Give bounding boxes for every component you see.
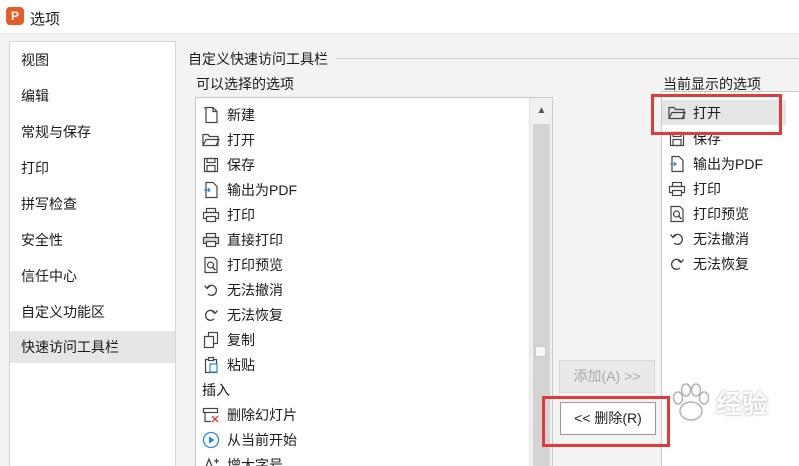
list-category-header: 插入: [202, 381, 230, 398]
save-icon: [201, 155, 221, 175]
add-button[interactable]: 添加(A) >>: [559, 360, 655, 393]
list-item[interactable]: 无法恢复: [196, 302, 283, 327]
list-item[interactable]: 打印预览: [662, 201, 749, 226]
list-item[interactable]: 打印: [196, 202, 255, 227]
play-from-current-icon: [201, 430, 221, 450]
list-item[interactable]: 打印预览: [196, 252, 283, 277]
list-item[interactable]: 输出为PDF: [196, 177, 297, 202]
sidebar-item-security[interactable]: 安全性: [10, 224, 175, 256]
list-item[interactable]: 保存: [662, 126, 721, 151]
folder-open-icon: [201, 130, 221, 150]
list-item[interactable]: 打印: [662, 176, 721, 201]
redo-icon: [201, 305, 221, 325]
title-bar: P 选项: [0, 0, 799, 34]
undo-icon: [667, 229, 687, 249]
increase-font-icon: [201, 455, 221, 466]
available-list-scrollbar[interactable]: ▲: [529, 98, 552, 466]
list-item[interactable]: 粘贴: [196, 352, 255, 377]
list-item[interactable]: 复制: [196, 327, 255, 352]
list-item[interactable]: 新建: [196, 102, 255, 127]
delete-button[interactable]: << 删除(R): [560, 402, 656, 435]
sidebar-item-trust-center[interactable]: 信任中心: [10, 260, 175, 292]
available-options-list[interactable]: 新建 打开 保存 输出为PDF 打印 直接打印 打印预览 无法撤消 无法恢复 复…: [195, 97, 553, 466]
export-pdf-icon: [201, 180, 221, 200]
print-icon: [667, 179, 687, 199]
scrollbar-marker: [535, 346, 546, 357]
list-item[interactable]: 输出为PDF: [662, 151, 763, 176]
redo-icon: [667, 254, 687, 274]
direct-print-icon: [201, 230, 221, 250]
sidebar-item-view[interactable]: 视图: [10, 44, 175, 76]
list-item[interactable]: 打开: [196, 127, 255, 152]
app-logo-icon: P: [6, 7, 24, 25]
folder-open-icon: [667, 103, 687, 123]
sidebar-item-quick-access-toolbar[interactable]: 快速访问工具栏: [10, 331, 175, 363]
list-item[interactable]: 保存: [196, 152, 255, 177]
undo-icon: [201, 280, 221, 300]
list-item-selected[interactable]: 打开: [662, 100, 786, 125]
current-options-list[interactable]: 打开 保存 输出为PDF 打印 打印预览 无法撤消 无法恢复: [661, 91, 799, 466]
group-divider: [336, 58, 799, 59]
paste-icon: [201, 355, 221, 375]
group-title: 自定义快速访问工具栏: [188, 51, 328, 67]
list-item[interactable]: 增大字号: [196, 452, 283, 466]
print-icon: [201, 205, 221, 225]
sidebar-item-general-save[interactable]: 常规与保存: [10, 116, 175, 148]
export-pdf-icon: [667, 154, 687, 174]
list-item[interactable]: 无法撤消: [662, 226, 749, 251]
new-doc-icon: [201, 105, 221, 125]
list-item[interactable]: 从当前开始: [196, 427, 297, 452]
list-item[interactable]: 无法撤消: [196, 277, 283, 302]
available-options-label: 可以选择的选项: [196, 76, 294, 92]
delete-slide-icon: [201, 405, 221, 425]
list-item[interactable]: 无法恢复: [662, 251, 749, 276]
copy-icon: [201, 330, 221, 350]
list-item[interactable]: 删除幻灯片: [196, 402, 297, 427]
sidebar-nav: 视图 编辑 常规与保存 打印 拼写检查 安全性 信任中心 自定义功能区 快速访问…: [9, 41, 176, 466]
print-preview-icon: [201, 255, 221, 275]
list-item[interactable]: 直接打印: [196, 227, 283, 252]
sidebar-item-customize-ribbon[interactable]: 自定义功能区: [10, 296, 175, 328]
save-icon: [667, 129, 687, 149]
window-title: 选项: [30, 11, 61, 28]
sidebar-item-print[interactable]: 打印: [10, 152, 175, 184]
sidebar-item-spell-check[interactable]: 拼写检查: [10, 188, 175, 220]
scrollbar-track[interactable]: [533, 124, 550, 466]
print-preview-icon: [667, 204, 687, 224]
sidebar-item-edit[interactable]: 编辑: [10, 80, 175, 112]
scroll-up-arrow-icon[interactable]: ▲: [530, 98, 552, 124]
